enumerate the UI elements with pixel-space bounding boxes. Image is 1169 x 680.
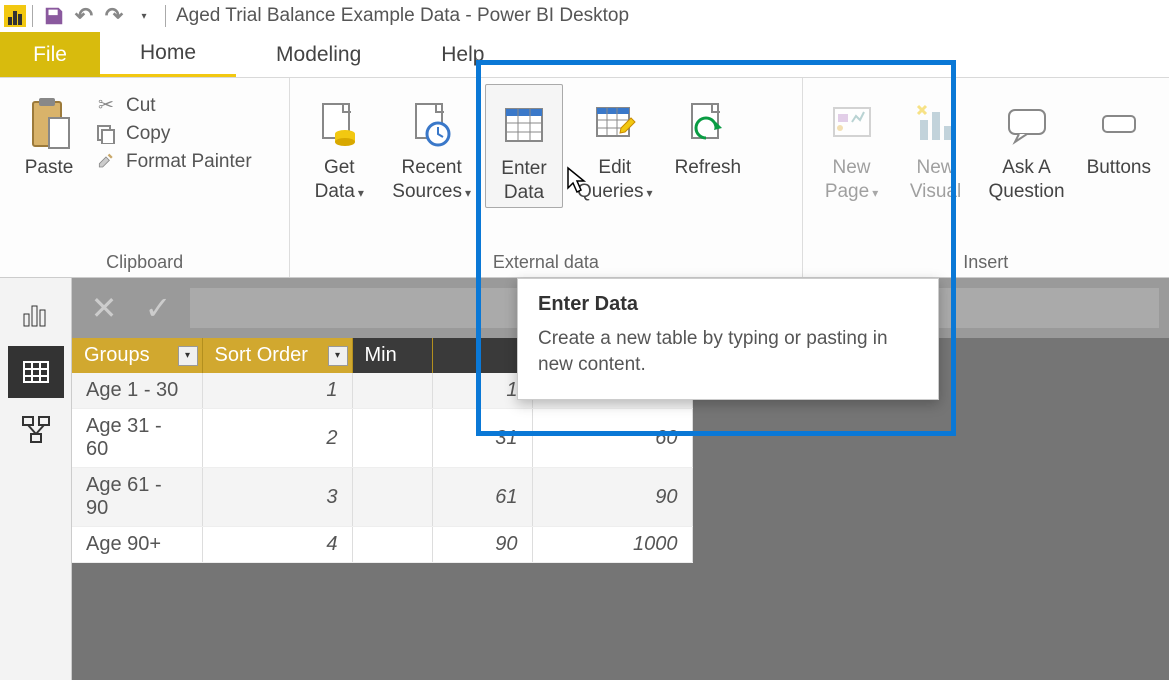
buttons-button[interactable]: Buttons bbox=[1079, 84, 1159, 182]
enter-data-label: Enter Data bbox=[501, 158, 546, 203]
insert-group-label: Insert bbox=[813, 252, 1159, 275]
cell-sort: 2 bbox=[202, 409, 352, 468]
external-data-group-label: External data bbox=[300, 252, 791, 275]
tab-modeling[interactable]: Modeling bbox=[236, 32, 401, 77]
tab-home[interactable]: Home bbox=[100, 32, 236, 77]
column-header-groups[interactable]: Groups ▾ bbox=[72, 338, 202, 373]
model-view-button[interactable] bbox=[8, 404, 64, 456]
qat-dropdown[interactable]: ▾ bbox=[129, 1, 159, 31]
recent-sources-button[interactable]: Recent Sources▾ bbox=[384, 84, 479, 206]
redo-button[interactable]: ↷ bbox=[99, 1, 129, 31]
refresh-button[interactable]: Refresh bbox=[667, 84, 750, 182]
cell-min: 90 bbox=[432, 527, 532, 563]
cell-sort: 3 bbox=[202, 468, 352, 527]
table-row[interactable]: Age 61 - 903 6190 bbox=[72, 468, 692, 527]
formula-cancel-button[interactable]: ✕ bbox=[82, 286, 126, 330]
new-visual-label: New Visual bbox=[910, 157, 961, 202]
copy-label: Copy bbox=[126, 123, 170, 145]
ribbon-tabs: File Home Modeling Help bbox=[0, 32, 1169, 78]
paste-label: Paste bbox=[25, 156, 74, 180]
column-dropdown-icon[interactable]: ▾ bbox=[328, 346, 348, 366]
cell-min: 31 bbox=[432, 409, 532, 468]
cell-sort: 4 bbox=[202, 527, 352, 563]
get-data-button[interactable]: Get Data▾ bbox=[300, 84, 378, 206]
refresh-label: Refresh bbox=[675, 157, 742, 178]
view-rail bbox=[0, 278, 72, 680]
cell-blank bbox=[352, 527, 432, 563]
cell-max: 60 bbox=[532, 409, 692, 468]
cell-group: Age 90+ bbox=[72, 527, 202, 563]
window-title: Aged Trial Balance Example Data - Power … bbox=[176, 5, 629, 27]
report-view-button[interactable] bbox=[8, 288, 64, 340]
format-painter-button[interactable]: Format Painter bbox=[94, 151, 252, 173]
cell-blank bbox=[352, 468, 432, 527]
copy-button[interactable]: Copy bbox=[94, 123, 252, 145]
ribbon-group-insert: New Page▾ New Visual Ask A Question Butt… bbox=[803, 78, 1169, 277]
tab-file[interactable]: File bbox=[0, 32, 100, 77]
edit-queries-label: Edit Queries bbox=[577, 157, 644, 202]
column-header-min[interactable]: Min bbox=[352, 338, 432, 373]
formula-commit-button[interactable]: ✓ bbox=[136, 286, 180, 330]
divider bbox=[165, 5, 166, 27]
format-painter-label: Format Painter bbox=[126, 151, 252, 173]
tooltip-title: Enter Data bbox=[538, 293, 918, 316]
copy-icon bbox=[94, 124, 118, 144]
tooltip-body: Create a new table by typing or pasting … bbox=[538, 326, 918, 377]
ribbon-group-external-data: Get Data▾ Recent Sources▾ Enter Data Edi… bbox=[290, 78, 802, 277]
undo-button[interactable]: ↶ bbox=[69, 1, 99, 31]
cell-blank bbox=[352, 409, 432, 468]
edit-queries-button[interactable]: Edit Queries▾ bbox=[569, 84, 661, 206]
cell-max: 90 bbox=[532, 468, 692, 527]
app-icon bbox=[4, 5, 26, 27]
cell-max: 1000 bbox=[532, 527, 692, 563]
cell-group: Age 1 - 30 bbox=[72, 373, 202, 409]
clipboard-group-label: Clipboard bbox=[10, 252, 279, 275]
column-dropdown-icon[interactable]: ▾ bbox=[178, 346, 198, 366]
cell-blank bbox=[352, 373, 432, 409]
ribbon: Paste ✂ Cut Copy Format Painter bbox=[0, 78, 1169, 278]
new-page-label: New Page bbox=[825, 157, 871, 202]
cell-sort: 1 bbox=[202, 373, 352, 409]
table-row[interactable]: Age 31 - 602 3160 bbox=[72, 409, 692, 468]
cell-group: Age 61 - 90 bbox=[72, 468, 202, 527]
cut-label: Cut bbox=[126, 95, 156, 117]
divider bbox=[32, 5, 33, 27]
format-painter-icon bbox=[94, 152, 118, 172]
recent-sources-label: Recent Sources bbox=[392, 157, 462, 202]
ribbon-group-clipboard: Paste ✂ Cut Copy Format Painter bbox=[0, 78, 290, 277]
new-visual-button[interactable]: New Visual bbox=[897, 84, 975, 206]
tab-help[interactable]: Help bbox=[401, 32, 524, 77]
title-bar: ↶ ↷ ▾ Aged Trial Balance Example Data - … bbox=[0, 0, 1169, 32]
paste-button[interactable]: Paste bbox=[10, 84, 88, 182]
cut-icon: ✂ bbox=[94, 94, 118, 117]
get-data-label: Get Data bbox=[315, 157, 355, 202]
data-view-button[interactable] bbox=[8, 346, 64, 398]
cut-button[interactable]: ✂ Cut bbox=[94, 94, 252, 117]
ask-question-button[interactable]: Ask A Question bbox=[981, 84, 1073, 206]
column-header-sort-order[interactable]: Sort Order ▾ bbox=[202, 338, 352, 373]
new-page-button[interactable]: New Page▾ bbox=[813, 84, 891, 206]
cell-min: 61 bbox=[432, 468, 532, 527]
enter-data-tooltip: Enter Data Create a new table by typing … bbox=[517, 278, 939, 400]
ask-question-label: Ask A Question bbox=[989, 157, 1065, 202]
table-row[interactable]: Age 90+4 901000 bbox=[72, 527, 692, 563]
save-button[interactable] bbox=[39, 1, 69, 31]
cell-group: Age 31 - 60 bbox=[72, 409, 202, 468]
enter-data-button[interactable]: Enter Data bbox=[485, 84, 563, 208]
buttons-label: Buttons bbox=[1087, 157, 1151, 178]
